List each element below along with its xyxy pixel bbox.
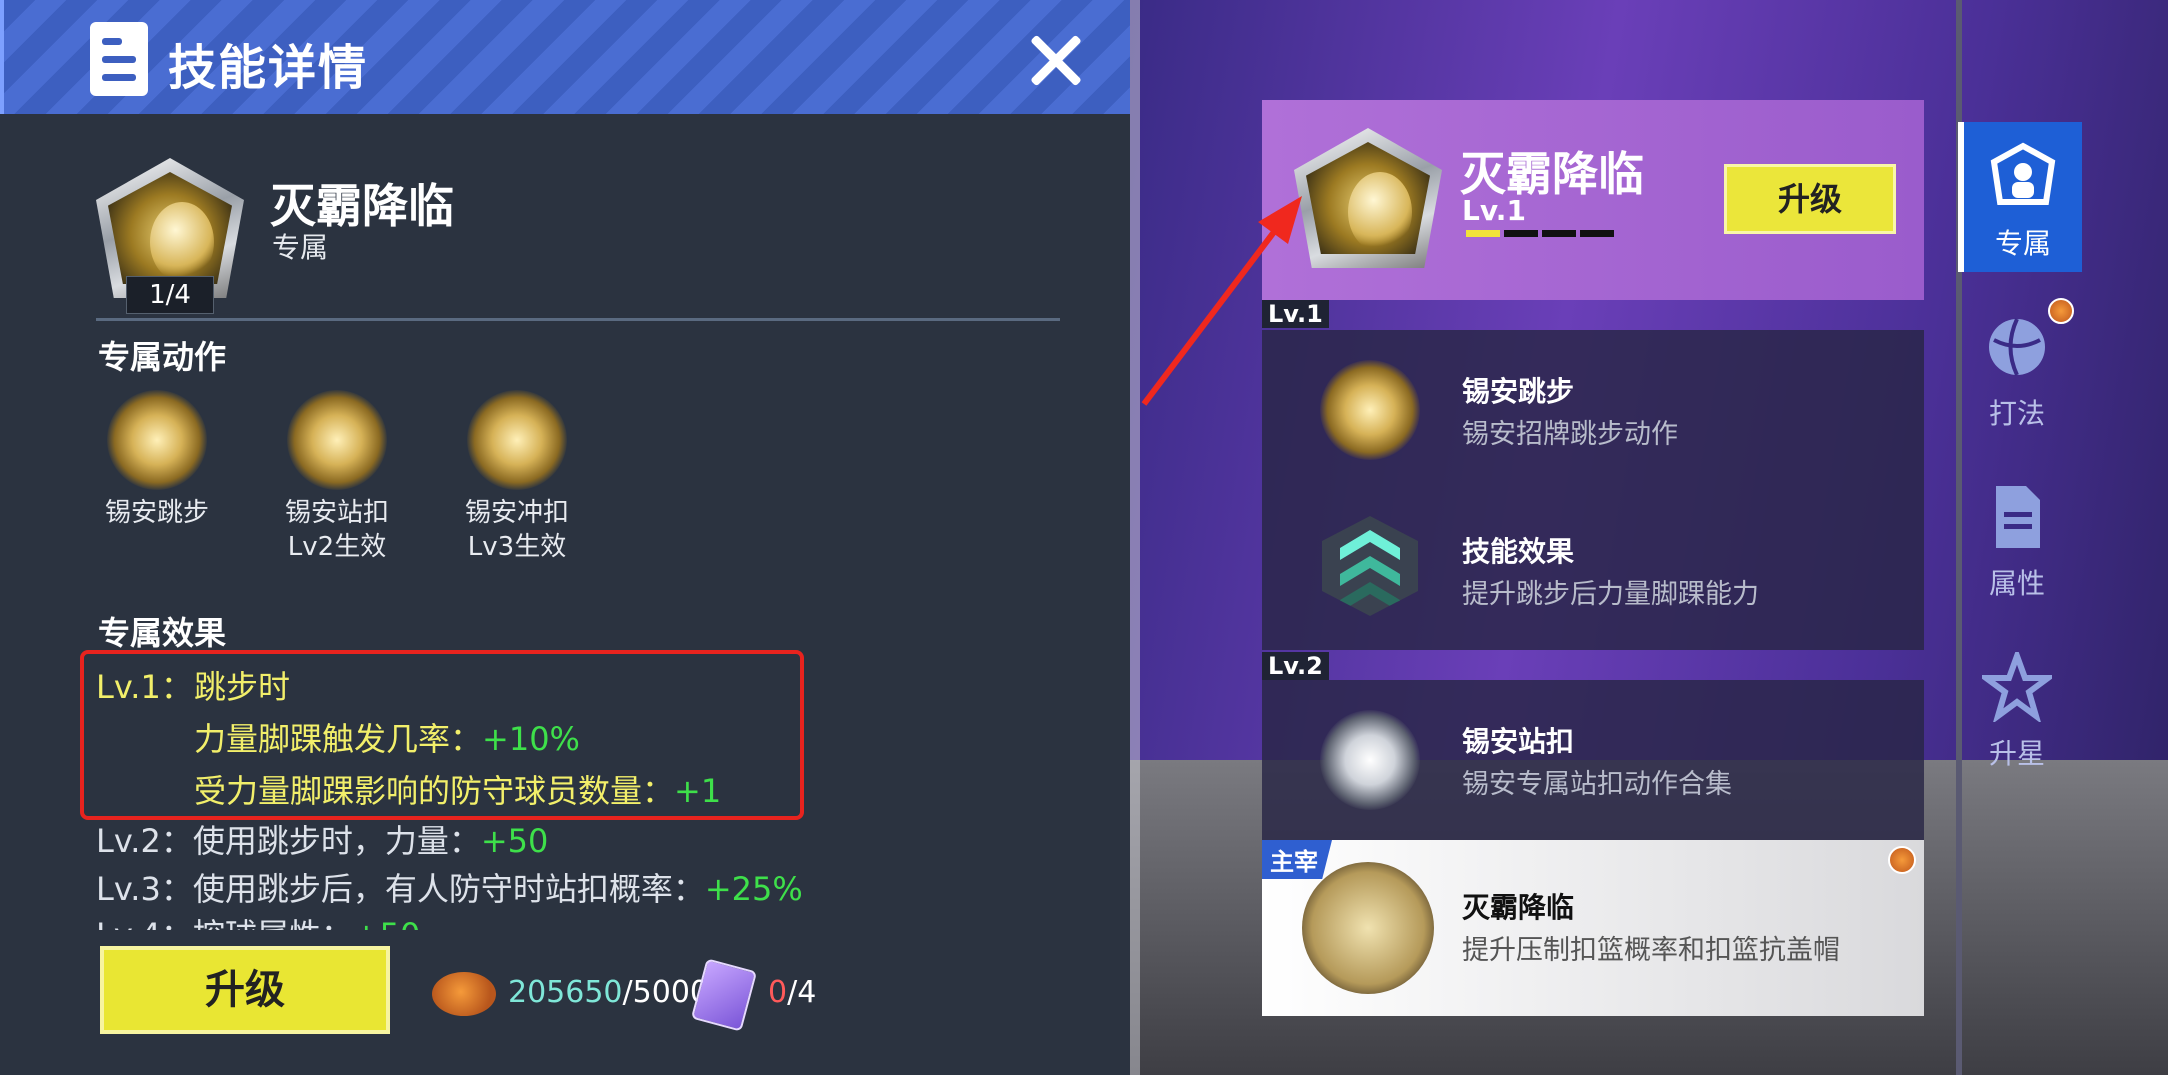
progress-segment [1542, 230, 1576, 237]
progress-segment [1466, 230, 1500, 237]
list-item-desc: 锡安招牌跳步动作 [1462, 419, 1678, 450]
star-up-icon [1976, 647, 2058, 724]
list-item-title: 锡安站扣 [1462, 725, 1575, 758]
coin-count: 205650/5000 [508, 975, 709, 1010]
effect-lv3: Lv.3：使用跳步后，有人防守时站扣概率：+25% [96, 870, 803, 908]
action-orb-icon [1320, 710, 1420, 810]
panel-edge [1130, 0, 1140, 1075]
list-item[interactable]: 锡安站扣 锡安专属站扣动作合集 [1262, 680, 1924, 840]
skill-medal-icon [1302, 862, 1434, 994]
tab-star-up[interactable]: 升星 [1958, 632, 2076, 782]
progress-segment [1580, 230, 1614, 237]
list-item-title: 技能效果 [1462, 535, 1575, 568]
tab-attributes[interactable]: 属性 [1958, 462, 2076, 612]
basketball-currency-icon [432, 972, 496, 1016]
highlight-box [80, 650, 804, 820]
summary-level: Lv.1 [1462, 194, 1526, 227]
notification-ball-icon [2048, 298, 2074, 324]
double-chevron-up-icon [1322, 516, 1418, 616]
list-item-title: 灭霸降临 [1462, 891, 1575, 924]
list-item-desc: 提升压制扣篮概率和扣篮抗盖帽 [1462, 935, 1840, 966]
upgrade-button[interactable]: 升级 [100, 946, 390, 1034]
tab-label: 专属 [1994, 227, 2051, 260]
effect-lv4: Lv.4：控球属性：+50 [96, 910, 420, 930]
summary-upgrade-button[interactable]: 升级 [1724, 164, 1896, 234]
attribute-doc-icon [1996, 486, 2040, 548]
list-item[interactable]: 技能效果 提升跳步后力量脚踝能力 [1262, 490, 1924, 650]
effect-lv2: Lv.2：使用跳步时，力量：+50 [96, 822, 549, 860]
list-item-title: 锡安跳步 [1462, 375, 1575, 408]
level-tag: Lv.2 [1262, 652, 1329, 680]
playstyle-icon [1989, 318, 2045, 376]
list-item[interactable]: 锡安跳步 锡安招牌跳步动作 [1262, 330, 1924, 490]
exclusive-icon [1990, 142, 2056, 205]
tab-label: 打法 [1988, 397, 2045, 430]
tab-label: 升星 [1988, 737, 2045, 770]
action-orb-icon [1320, 360, 1420, 460]
basketball-badge-icon [1888, 846, 1916, 874]
card-count: 0/4 [768, 975, 817, 1010]
tab-label: 属性 [1988, 567, 2045, 600]
list-item-main[interactable]: 主宰 灭霸降临 提升压制扣篮概率和扣篮抗盖帽 [1262, 840, 1924, 1016]
level-tag: Lv.1 [1262, 300, 1329, 328]
list-item-desc: 锡安专属站扣动作合集 [1462, 769, 1732, 800]
progress-segment [1504, 230, 1538, 237]
dominant-tag: 主宰 [1262, 840, 1332, 879]
list-item-desc: 提升跳步后力量脚踝能力 [1462, 579, 1759, 610]
tab-exclusive[interactable]: 专属 [1958, 122, 2082, 272]
